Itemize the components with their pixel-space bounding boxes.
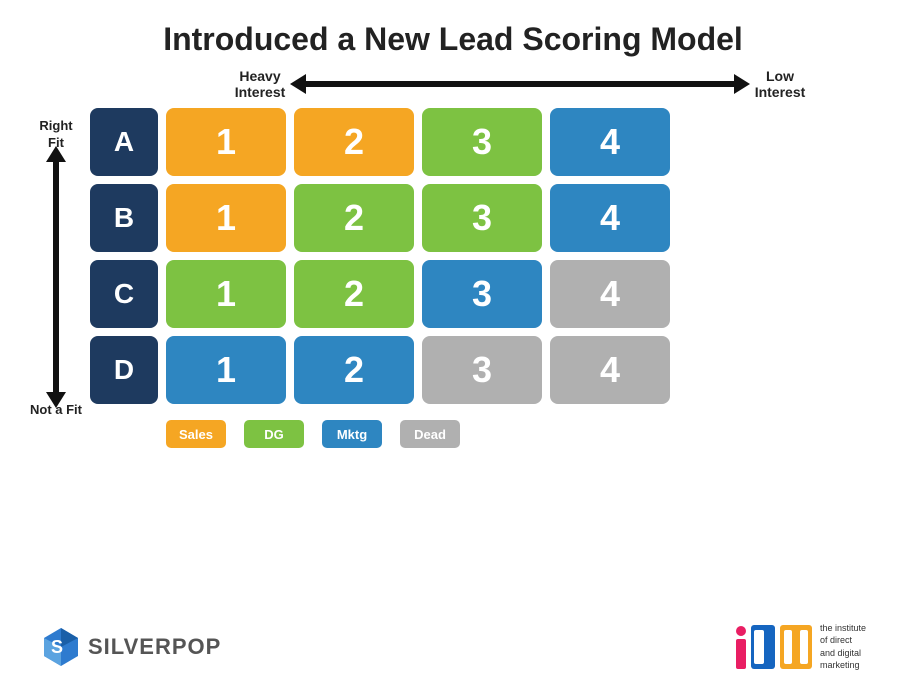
cell-a3: 3 <box>422 108 542 176</box>
legend-row: Sales DG Mktg Dead <box>90 420 876 448</box>
heavy-interest-label: HeavyInterest <box>220 68 300 100</box>
cell-b3: 3 <box>422 184 542 252</box>
legend-dg-box: DG <box>244 420 304 448</box>
page: Introduced a New Lead Scoring Model Heav… <box>0 0 906 687</box>
legend-dead-box: Dead <box>400 420 460 448</box>
idm-icon <box>736 625 812 669</box>
low-interest-label: LowInterest <box>740 68 820 100</box>
footer: S SILVERPOP <box>30 622 876 672</box>
legend-sales-label: Sales <box>179 427 213 442</box>
fit-arrow <box>53 156 59 397</box>
scoring-grid: A 1 2 3 4 B 1 2 3 4 C 1 2 3 4 <box>90 108 876 448</box>
svg-text:S: S <box>51 637 63 657</box>
silverpop-icon: S <box>40 626 82 668</box>
interest-axis-row: HeavyInterest LowInterest <box>30 68 876 100</box>
grid-row-b: B 1 2 3 4 <box>90 184 876 252</box>
legend-dead-label: Dead <box>414 427 446 442</box>
legend-mktg-box: Mktg <box>322 420 382 448</box>
idm-description: the instituteof directand digitalmarketi… <box>820 622 866 672</box>
grid-row-a: A 1 2 3 4 <box>90 108 876 176</box>
cell-c4: 4 <box>550 260 670 328</box>
row-label-b: B <box>90 184 158 252</box>
silverpop-logo: S SILVERPOP <box>40 626 221 668</box>
cell-d3: 3 <box>422 336 542 404</box>
fit-axis: RightFit Not a Fit <box>30 108 82 428</box>
cell-a1: 1 <box>166 108 286 176</box>
cell-a4: 4 <box>550 108 670 176</box>
cell-c3: 3 <box>422 260 542 328</box>
cell-a2: 2 <box>294 108 414 176</box>
row-label-a: A <box>90 108 158 176</box>
main-area: RightFit Not a Fit A 1 2 3 4 B 1 2 3 4 <box>30 108 876 621</box>
legend-mktg: Mktg <box>322 420 382 448</box>
cell-b2: 2 <box>294 184 414 252</box>
cell-d4: 4 <box>550 336 670 404</box>
cell-d1: 1 <box>166 336 286 404</box>
row-label-d: D <box>90 336 158 404</box>
cell-d2: 2 <box>294 336 414 404</box>
interest-arrow <box>300 81 740 87</box>
grid-row-c: C 1 2 3 4 <box>90 260 876 328</box>
cell-c1: 1 <box>166 260 286 328</box>
legend-sales: Sales <box>166 420 226 448</box>
legend-dg-label: DG <box>264 427 284 442</box>
legend-sales-box: Sales <box>166 420 226 448</box>
cell-c2: 2 <box>294 260 414 328</box>
grid-row-d: D 1 2 3 4 <box>90 336 876 404</box>
legend-dg: DG <box>244 420 304 448</box>
cell-b1: 1 <box>166 184 286 252</box>
idm-logo: the instituteof directand digitalmarketi… <box>736 622 866 672</box>
legend-dead: Dead <box>400 420 460 448</box>
row-label-c: C <box>90 260 158 328</box>
legend-mktg-label: Mktg <box>337 427 367 442</box>
cell-b4: 4 <box>550 184 670 252</box>
page-title: Introduced a New Lead Scoring Model <box>163 20 743 58</box>
silverpop-text: SILVERPOP <box>88 634 221 660</box>
